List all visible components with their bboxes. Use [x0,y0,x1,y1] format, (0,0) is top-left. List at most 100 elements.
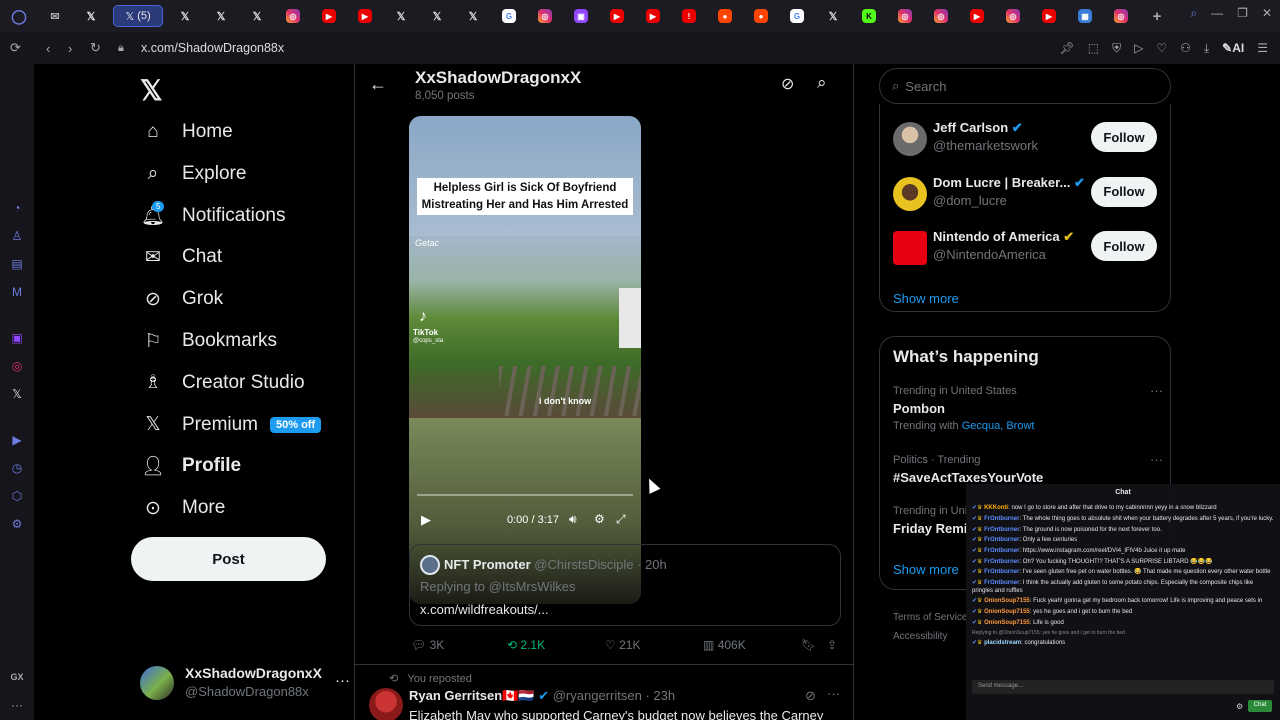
x-icon[interactable]: 𝕏 [462,6,484,26]
download-icon[interactable]: ⤓ [1204,41,1209,56]
youtube-icon[interactable]: ▶ [1042,9,1056,23]
chat-username[interactable]: FrOntburner [984,580,1019,586]
chat-username[interactable]: FrOntburner [984,516,1019,522]
quoted-link[interactable]: x.com/wildfreakouts/... [420,602,549,617]
aria-icon[interactable]: ♙ [9,228,25,244]
play-icon[interactable]: ▷ [1134,41,1143,55]
quoted-post[interactable]: NFT Promoter @ChirstsDisciple · 20h Repl… [409,544,841,626]
profile-icon[interactable]: ⚇ [1180,41,1191,55]
repost-button[interactable]: ⟲ 2.1K [507,638,545,652]
google-icon[interactable]: G [790,9,804,23]
follow-suggestion[interactable]: Dom Lucre | Breaker... ✔ @dom_lucre Follow [880,173,1170,213]
nav-item-premium[interactable]: 𝕏 Premium 50% off [140,405,322,445]
chat-send-button[interactable]: Chat [1248,700,1272,712]
volume-icon[interactable]: 🔊︎ [569,512,577,527]
follow-suggestion[interactable]: Jeff Carlson ✔ @themarketswork Follow [880,118,1170,158]
settings-icon[interactable]: ⚙ [9,516,25,532]
menu-icon[interactable]: ☰ [1257,41,1268,55]
search-icon[interactable]: ⌕ [1190,6,1197,21]
nav-item-bookmarks[interactable]: ⚐ Bookmarks [140,321,277,361]
alert-icon[interactable]: ! [682,9,696,23]
instagram-icon[interactable]: ◎ [538,9,552,23]
reddit-icon[interactable]: ● [718,9,732,23]
pin-icon[interactable]: 📌︎ [1060,41,1075,55]
ai-button[interactable]: ✎AI [1222,41,1244,55]
video-progress-track[interactable] [417,494,633,496]
nav-item-chat[interactable]: ✉ Chat [140,237,222,277]
x-icon[interactable]: 𝕏 [390,6,412,26]
happening-show-more[interactable]: Show more [893,562,959,577]
chat-username[interactable]: placidstream [984,640,1021,646]
forward-icon[interactable]: › [68,41,72,56]
chat-settings-icon[interactable]: ⚙ [1236,702,1243,712]
trend-extra-links[interactable]: Gecqua, Browt [962,420,1035,432]
x-logo-icon[interactable]: 𝕏 [140,74,163,107]
minimize-icon[interactable]: — [1211,6,1223,21]
shield-icon[interactable]: ⛨ [1112,41,1121,56]
twitch-icon[interactable]: ▣ [9,330,25,346]
youtube-icon[interactable]: ▶ [610,9,624,23]
youtube-icon[interactable]: ▶ [970,9,984,23]
instagram-icon[interactable]: ◎ [1114,9,1128,23]
nav-item-explore[interactable]: ⌕ Explore [140,154,247,194]
follow-suggestion[interactable]: Nintendo of America ✔ @NintendoAmerica Fol… [880,227,1170,267]
grok-icon[interactable]: ⊘ [781,74,794,94]
post-button[interactable]: Post [131,537,326,581]
trend-more-icon[interactable]: ··· [1150,452,1163,467]
terms-link[interactable]: Terms of Service [893,608,967,627]
views-button[interactable]: ▥ 406K [703,638,746,652]
like-button[interactable]: ♡ 21K [605,638,640,652]
notes-icon[interactable]: ▤ [9,256,25,272]
video-player[interactable]: Helpless Girl is Sick Of Boyfriend Mistr… [409,116,641,604]
back-arrow-icon[interactable]: ← [369,74,387,95]
active-tab[interactable]: 𝕏 (5) [113,5,163,27]
follow-button[interactable]: Follow [1091,231,1157,261]
instagram-icon[interactable]: ◎ [898,9,912,23]
fullscreen-icon[interactable]: ⤢ [616,512,626,527]
post-more-icon[interactable]: ··· [827,686,840,701]
x-icon[interactable]: 𝕏 [822,6,844,26]
settings-icon[interactable]: ⚙ [594,512,605,526]
nav-item-notifications[interactable]: 🔔︎ 5 Notifications [140,196,286,236]
bookmark-icon[interactable]: 🔖︎ [801,638,816,652]
x-icon[interactable]: 𝕏 [210,6,232,26]
grok-icon[interactable]: ⊘ [805,688,816,704]
extensions-icon[interactable]: ⬡ [9,488,25,504]
search-box[interactable]: ⌕ [879,68,1171,104]
chat-username[interactable]: OnionSoup7155 [984,609,1030,615]
url-field[interactable]: x.com/ShadowDragon88x [141,41,284,55]
nav-item-grok[interactable]: ⊘ Grok [140,279,223,319]
x-icon[interactable]: 𝕏 [174,6,196,26]
next-post[interactable]: ⟲ You reposted Ryan Gerritsen🇨🇦🇳🇱 ✔ @rya… [355,666,853,720]
trend-item[interactable]: Trending in United States Pombon Trending … [893,383,1163,433]
app-icon[interactable]: ▦ [1078,9,1092,23]
reddit-icon[interactable]: ● [754,9,768,23]
chat-username[interactable]: FrOntburner [984,569,1019,575]
chat-username[interactable]: FrOntburner [984,548,1019,554]
search-input[interactable] [905,78,1146,94]
follow-show-more[interactable]: Show more [893,291,959,306]
nav-item-creator-studio[interactable]: ♗ Creator Studio [140,363,304,403]
messenger-icon[interactable]: M [9,284,25,300]
follow-button[interactable]: Follow [1091,122,1157,152]
play-icon[interactable]: ▶ [421,512,431,528]
accessibility-link[interactable]: Accessibility [893,627,967,646]
mail-tab-icon[interactable]: ✉ [44,6,66,26]
instagram-icon[interactable]: ◎ [1006,9,1020,23]
snapshot-icon[interactable]: ⬚ [1088,41,1099,55]
chat-username[interactable]: OnionSoup7155 [984,620,1030,626]
chat-username[interactable]: OnionSoup7155 [984,598,1030,604]
more-icon[interactable]: ··· [11,698,23,712]
new-tab-icon[interactable]: + [1146,6,1168,26]
chat-username[interactable]: FrOntburner [984,527,1019,533]
reply-button[interactable]: 💬︎ 3K [411,638,444,652]
close-icon[interactable]: ✕ [1262,6,1272,21]
history-icon[interactable]: ◷ [9,460,25,476]
nav-item-profile[interactable]: 👤︎ Profile [140,446,241,486]
share-icon[interactable]: ⇪ [827,638,837,652]
restore-icon[interactable]: ❐ [1237,6,1248,21]
chat-input[interactable]: Send message... [972,680,1274,694]
youtube-icon[interactable]: ▶ [646,9,660,23]
reload-icon[interactable]: ↻ [90,40,101,56]
follow-button[interactable]: Follow [1091,176,1157,207]
